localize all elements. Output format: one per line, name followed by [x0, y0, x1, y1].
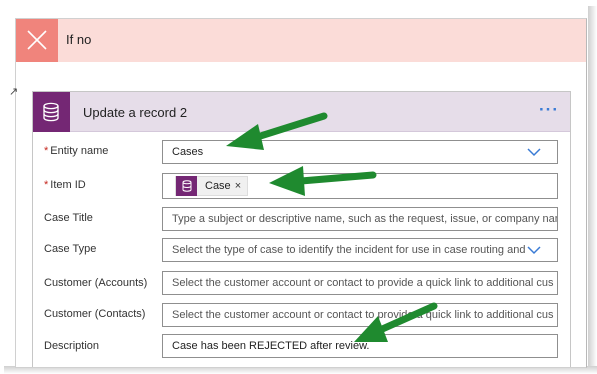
chevron-down-icon [527, 246, 541, 255]
database-icon [182, 180, 191, 192]
entity-name-value: Cases [172, 146, 204, 158]
annotation-arrow-description [354, 302, 438, 342]
case-type-label: Case Type [44, 243, 97, 255]
annotation-arrow-item-id [269, 166, 377, 196]
customer-accounts-input[interactable]: Select the customer account or contact t… [162, 271, 558, 295]
case-token[interactable]: Case × [175, 176, 249, 196]
frame-shadow-right [588, 6, 597, 374]
description-label: Description [44, 340, 100, 352]
database-icon [43, 102, 59, 122]
case-title-placeholder: Type a subject or descriptive name, such… [172, 213, 558, 225]
token-icon-box [176, 176, 197, 196]
remove-token-button[interactable]: × [235, 180, 247, 192]
close-x-icon [27, 30, 47, 50]
cursor-glyph: ↗ [9, 86, 19, 98]
annotation-arrow-entity [226, 112, 328, 150]
case-token-label: Case [205, 180, 231, 192]
if-no-icon-box [16, 19, 58, 62]
customer-accounts-label: Customer (Accounts) [44, 277, 148, 289]
if-no-title: If no [66, 32, 92, 47]
card-title: Update a record 2 [83, 105, 188, 120]
case-title-label: Case Title [44, 212, 93, 224]
chevron-down-icon [527, 148, 541, 157]
description-value: Case has been REJECTED after review. [172, 340, 370, 352]
if-no-branch-header[interactable]: If no [16, 19, 586, 62]
case-type-dropdown[interactable]: Select the type of case to identify the … [162, 238, 558, 262]
item-id-label: * Item ID [44, 179, 86, 191]
screenshot-frame: If no ↗ Update a record 2 ··· * Entity na… [0, 0, 597, 374]
more-options-button[interactable]: ··· [539, 100, 559, 120]
customer-accounts-placeholder: Select the customer account or contact t… [172, 277, 554, 289]
case-title-input[interactable]: Type a subject or descriptive name, such… [162, 207, 558, 231]
case-type-placeholder: Select the type of case to identify the … [172, 244, 526, 256]
entity-name-label: * Entity name [44, 145, 109, 157]
customer-contacts-label: Customer (Contacts) [44, 308, 146, 320]
card-icon-box [33, 92, 70, 132]
